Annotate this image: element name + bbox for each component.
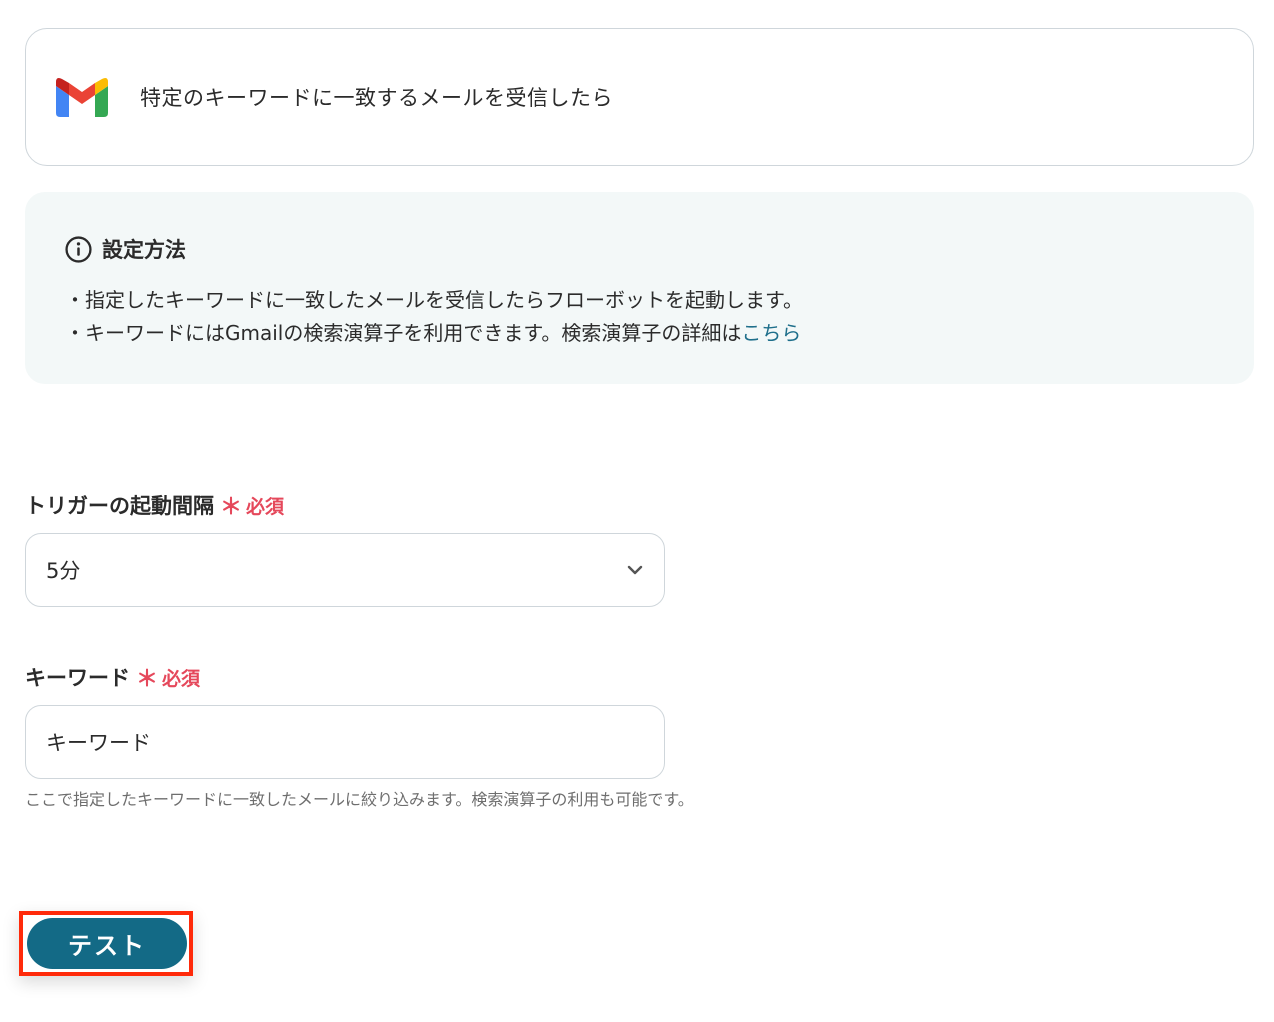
required-badge: ＊ 必須 bbox=[220, 489, 284, 521]
info-circle-icon bbox=[65, 235, 92, 263]
required-star: ＊ bbox=[220, 495, 243, 520]
interval-select-value: 5分 bbox=[46, 559, 81, 583]
info-line-2: ・キーワードにはGmailの検索演算子を利用できます。検索演算子の詳細はこちら bbox=[65, 317, 1214, 350]
setup-info-box: 設定方法 ・指定したキーワードに一致したメールを受信したらフローボットを起動しま… bbox=[25, 192, 1254, 384]
required-text: 必須 bbox=[246, 495, 285, 518]
interval-label-text: トリガーの起動間隔 bbox=[25, 494, 214, 518]
info-header: 設定方法 bbox=[65, 234, 1214, 264]
interval-select[interactable]: 5分 bbox=[25, 533, 665, 607]
details-link[interactable]: こちら bbox=[741, 321, 801, 345]
chevron-down-icon bbox=[627, 565, 643, 575]
interval-label: トリガーの起動間隔 ＊ 必須 bbox=[25, 489, 284, 521]
keyword-label: キーワード ＊ 必須 bbox=[25, 661, 200, 693]
trigger-title: 特定のキーワードに一致するメールを受信したら bbox=[140, 86, 613, 110]
keyword-input[interactable] bbox=[25, 705, 665, 779]
required-text: 必須 bbox=[162, 667, 201, 690]
gmail-logo-icon bbox=[56, 78, 108, 117]
info-line-2-text: ・キーワードにはGmailの検索演算子を利用できます。検索演算子の詳細は bbox=[65, 321, 742, 345]
test-button[interactable]: テスト bbox=[27, 918, 187, 969]
info-line-1: ・指定したキーワードに一致したメールを受信したらフローボットを起動します。 bbox=[65, 288, 803, 312]
info-title: 設定方法 bbox=[102, 238, 186, 262]
trigger-card: 特定のキーワードに一致するメールを受信したら bbox=[25, 28, 1254, 166]
required-badge: ＊ 必須 bbox=[136, 661, 200, 693]
required-star: ＊ bbox=[136, 667, 159, 692]
keyword-hint: ここで指定したキーワードに一致したメールに絞り込みます。検索演算子の利用も可能で… bbox=[25, 790, 694, 809]
keyword-label-text: キーワード bbox=[25, 666, 130, 690]
